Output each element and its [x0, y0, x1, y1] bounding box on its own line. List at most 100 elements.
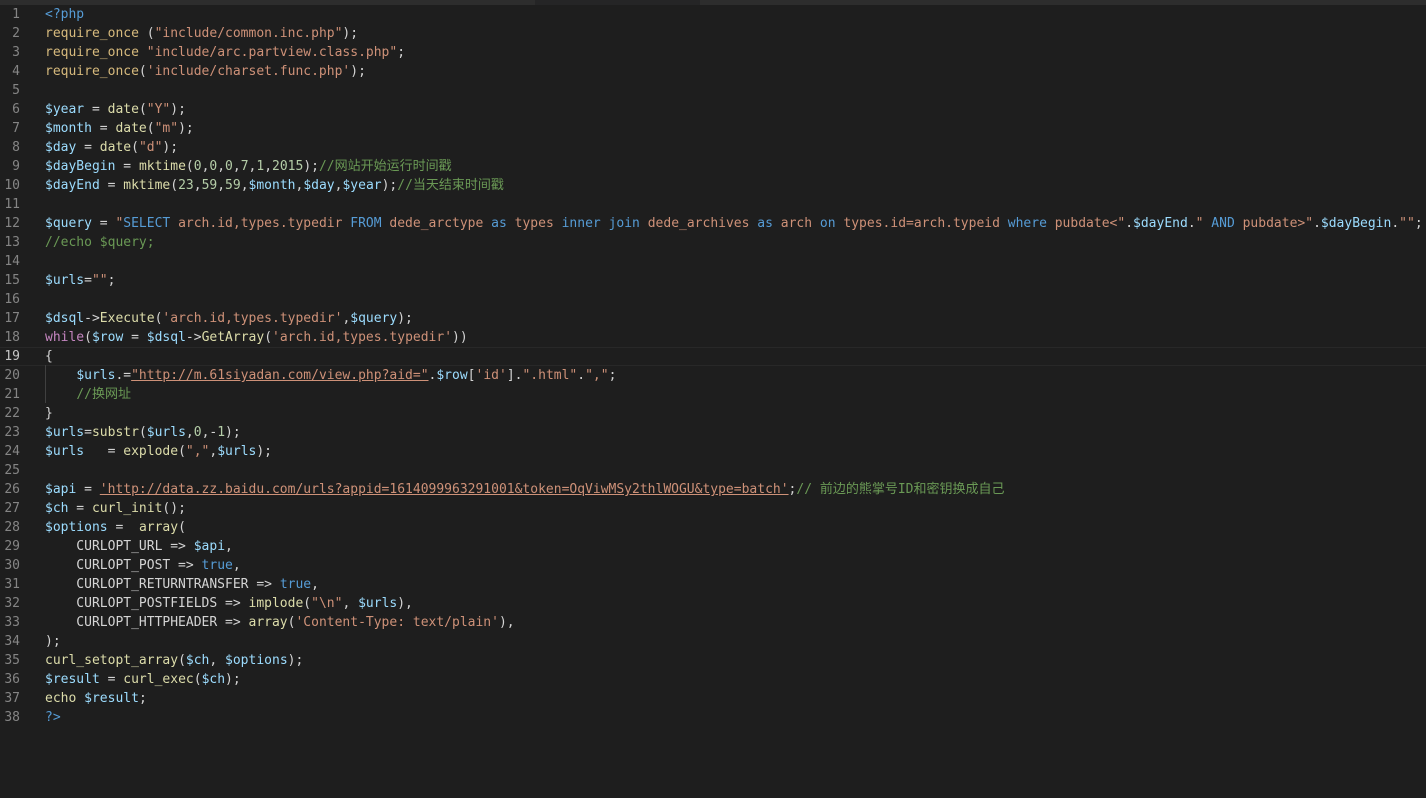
code-editor[interactable]: 1 <?php 2 require_once ("include/common.inc… [0, 0, 1426, 798]
code-line[interactable]: 10 $dayEnd = mktime(23,59,59,$month,$day,… [0, 176, 1426, 195]
code-token: as [757, 216, 773, 231]
line-text: ); [45, 632, 61, 651]
code-line[interactable]: 30 CURLOPT_POST => true, [0, 556, 1426, 575]
code-line[interactable]: 26 $api = 'http://data.zz.baidu.com/urls?… [0, 480, 1426, 499]
line-text: $urls=""; [45, 271, 115, 290]
line-number: 14 [4, 254, 20, 269]
line-number: 10 [4, 178, 20, 193]
code-token: date [99, 140, 132, 155]
code-line[interactable]: 15 $urls=""; [0, 271, 1426, 290]
code-token: ( [131, 140, 139, 155]
code-line[interactable]: 1 <?php [0, 5, 1426, 24]
code-line[interactable]: 14 [0, 252, 1426, 271]
line-number: 1 [12, 7, 20, 22]
line-text: $dsql->Execute('arch.id,types.typedir',$… [45, 309, 413, 328]
code-line[interactable]: 5 [0, 81, 1426, 100]
code-line[interactable]: 29 CURLOPT_URL => $api, [0, 537, 1426, 556]
code-token: (); [162, 501, 186, 516]
code-line[interactable]: 19 { [0, 347, 1426, 366]
code-token: mktime [138, 159, 186, 174]
indent-guide [45, 365, 46, 403]
code-line[interactable]: 23 $urls=substr($urls,0,-1); [0, 423, 1426, 442]
code-token: ); [397, 311, 413, 326]
line-number: 23 [4, 425, 20, 440]
code-token: $result [45, 672, 100, 687]
code-token: $dayEnd [1133, 216, 1188, 231]
code-line[interactable]: 11 [0, 195, 1426, 214]
code-line[interactable]: 25 [0, 461, 1426, 480]
code-token: "" [1399, 216, 1415, 231]
code-line[interactable]: 4 require_once('include/charset.func.php'… [0, 62, 1426, 81]
code-token: on [819, 216, 836, 231]
code-line[interactable]: 16 [0, 290, 1426, 309]
code-line[interactable]: 13 //echo $query; [0, 233, 1426, 252]
line-number: 16 [4, 292, 20, 307]
line-number: 25 [4, 463, 20, 478]
code-token: , [240, 178, 249, 193]
code-line[interactable]: 2 require_once ("include/common.inc.php")… [0, 24, 1426, 43]
code-token: $urls [45, 425, 85, 440]
code-line[interactable]: 36 $result = curl_exec($ch); [0, 670, 1426, 689]
code-token: GetArray [201, 330, 265, 345]
code-line[interactable]: 6 $year = date("Y"); [0, 100, 1426, 119]
code-line[interactable]: 17 $dsql->Execute('arch.id,types.typedir'… [0, 309, 1426, 328]
code-line[interactable]: 8 $day = date("d"); [0, 138, 1426, 157]
code-line[interactable]: 18 while($row = $dsql->GetArray('arch.id,… [0, 328, 1426, 347]
line-text: $query = " SELECT arch.id,types.typedir F… [45, 214, 1423, 233]
code-token: ), [498, 615, 515, 630]
line-text: $result = curl_exec($ch); [45, 670, 241, 689]
code-line[interactable]: 33 CURLOPT_HTTPHEADER => array('Content-… [0, 613, 1426, 632]
code-token: . [577, 368, 586, 383]
code-line[interactable]: 22} [0, 404, 1426, 423]
code-line[interactable]: 9 $dayBegin = mktime(0,0,0,7,1,2015);//网站… [0, 157, 1426, 176]
code-token: ); [381, 178, 398, 193]
line-text: ?> [45, 708, 61, 727]
code-line[interactable]: 37 echo $result; [0, 689, 1426, 708]
code-token: arch.id,types.typedir [170, 216, 351, 231]
code-line[interactable]: 31 CURLOPT_RETURNTRANSFER => true, [0, 575, 1426, 594]
code-line[interactable]: 27 $ch = curl_init(); [0, 499, 1426, 518]
code-token: ); [225, 425, 241, 440]
code-token: pubdate<" [1046, 216, 1126, 231]
code-token: $urls [217, 444, 257, 459]
code-token: { [45, 349, 53, 364]
code-token: where [1007, 216, 1047, 231]
line-text: require_once ("include/common.inc.php"); [45, 24, 358, 43]
code-line[interactable]: 38 ?> [0, 708, 1426, 727]
code-area[interactable]: 1 <?php 2 require_once ("include/common.inc… [0, 5, 1426, 727]
line-text: CURLOPT_URL => $api, [45, 537, 233, 556]
line-text: CURLOPT_HTTPHEADER => array('Content-Typ… [45, 613, 515, 632]
code-line[interactable]: 21 //换网址 [0, 385, 1426, 404]
code-line[interactable]: 34); [0, 632, 1426, 651]
code-line[interactable]: 35 curl_setopt_array($ch, $options); [0, 651, 1426, 670]
code-line[interactable]: 28 $options = array( [0, 518, 1426, 537]
code-line[interactable]: 24 $urls = explode(",",$urls); [0, 442, 1426, 461]
code-token: $urls [358, 596, 398, 611]
code-token: } [45, 406, 53, 421]
line-number: 20 [4, 368, 20, 383]
line-number: 38 [4, 710, 20, 725]
code-token: //网站开始运行时间戳 [318, 159, 452, 174]
line-number: 9 [12, 159, 20, 174]
code-line[interactable]: 3 require_once "include/arc.partview.clas… [0, 43, 1426, 62]
code-token: dede_archives [639, 216, 758, 231]
code-token: , [217, 178, 226, 193]
code-token: ); [178, 121, 194, 136]
code-token: require_once [45, 64, 139, 79]
code-token: [ [467, 368, 476, 383]
line-number: 19 [4, 349, 20, 364]
code-token: ; [107, 273, 116, 288]
code-token: ); [303, 159, 319, 174]
line-text: require_once "include/arc.partview.class… [45, 43, 405, 62]
code-line[interactable]: 7 $month = date("m"); [0, 119, 1426, 138]
code-line[interactable]: 12 $query = " SELECT arch.id,types.typedir… [0, 214, 1426, 233]
code-token: 59 [201, 178, 218, 193]
line-number: 26 [4, 482, 20, 497]
code-line[interactable]: 32 CURLOPT_POSTFIELDS => implode("\n", $… [0, 594, 1426, 613]
code-token: ; [1414, 216, 1423, 231]
code-token: ); [225, 672, 241, 687]
line-number: 18 [4, 330, 20, 345]
code-token: "d" [138, 140, 163, 155]
code-line[interactable]: 20 $urls.="http://m.61siyadan.com/view.p… [0, 366, 1426, 385]
code-token: , [225, 539, 233, 554]
